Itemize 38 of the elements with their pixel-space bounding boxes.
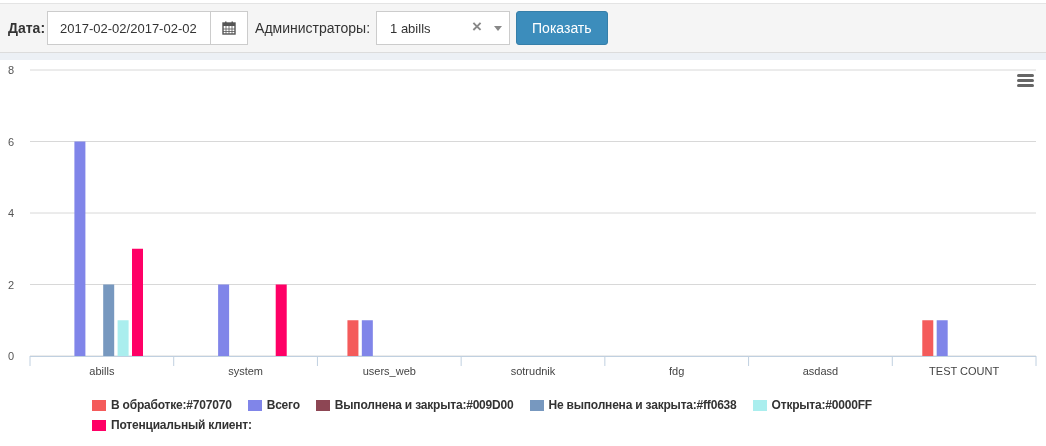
legend-label: Открыта:#0000FF — [771, 398, 872, 412]
legend-item[interactable]: В обработке:#707070 — [92, 398, 232, 412]
bar — [922, 320, 934, 356]
date-field[interactable]: 2017-02-02/2017-02-02 — [47, 11, 212, 45]
y-tick-label: 6 — [7, 135, 14, 148]
bar — [103, 284, 115, 356]
caret-icon — [494, 26, 503, 31]
x-axis-label: fdg — [669, 365, 685, 377]
y-tick-label: 2 — [7, 278, 14, 291]
legend-label: Всего — [266, 398, 300, 412]
menu-icon[interactable] — [1017, 74, 1034, 87]
bar — [117, 320, 129, 356]
bar — [361, 320, 373, 356]
date-label: Дата: — [8, 20, 46, 36]
x-axis-label: sotrudnik — [510, 365, 556, 377]
x-axis-label: asdasd — [802, 365, 839, 377]
bar — [936, 320, 948, 356]
calendar-button[interactable] — [211, 11, 249, 45]
calendar-icon — [222, 21, 237, 35]
y-tick-label: 8 — [7, 64, 14, 76]
x-axis-label: TEST COUNT — [929, 365, 1000, 377]
legend-item[interactable]: Потенциальный клиент: — [92, 418, 252, 432]
admins-label: Администраторы: — [255, 20, 371, 36]
legend-item[interactable]: Не выполнена и закрыта:#ff0638 — [529, 398, 737, 412]
y-tick-label: 4 — [7, 207, 14, 219]
y-tick-label: 0 — [7, 350, 14, 362]
x-axis-label: abills — [89, 365, 115, 377]
legend-item[interactable]: Всего — [247, 398, 300, 412]
legend-item[interactable]: Открыта:#0000FF — [752, 398, 872, 412]
legend-item[interactable]: Выполнена и закрыта:#009D00 — [315, 398, 514, 412]
bar — [347, 320, 359, 356]
admins-select[interactable]: 1 abills × — [376, 11, 511, 45]
bar — [218, 284, 230, 356]
show-button[interactable]: Показать — [516, 11, 608, 45]
x-axis-label: users_web — [362, 365, 416, 377]
bar — [275, 284, 287, 356]
clear-icon[interactable]: × — [472, 18, 482, 36]
x-axis-label: system — [228, 365, 263, 377]
